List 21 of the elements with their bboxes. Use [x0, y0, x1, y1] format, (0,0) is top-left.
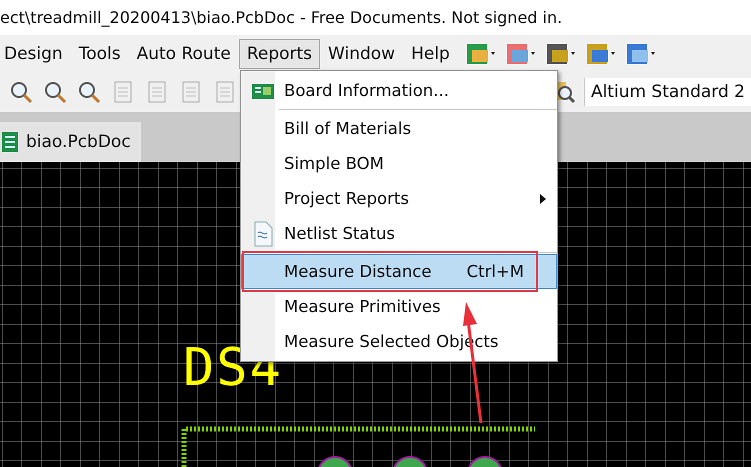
menu-item[interactable]: Project Reports: [241, 181, 557, 216]
menu-item[interactable]: Auto Route: [128, 38, 239, 68]
menu-item[interactable]: Bill of Materials: [241, 111, 557, 146]
document-tab[interactable]: biao.PcbDoc: [0, 122, 141, 162]
menu-item[interactable]: Design: [0, 38, 71, 68]
zoom-icon[interactable]: [8, 79, 34, 105]
menu-item[interactable]: Netlist Status: [241, 216, 557, 251]
menu-item[interactable]: Reports: [238, 38, 320, 68]
layer-combo[interactable]: Altium Standard 2: [584, 78, 751, 106]
menu-item[interactable]: Window: [320, 38, 404, 68]
zoom-icon[interactable]: [42, 79, 68, 105]
menu-item[interactable]: Simple BOM: [241, 146, 557, 181]
menu-item[interactable]: Tools: [70, 38, 129, 68]
zoom-icon[interactable]: [76, 79, 102, 105]
pcb-icon: [2, 132, 18, 152]
menu-item[interactable]: Help: [403, 38, 458, 68]
menu-item[interactable]: Measure Primitives: [241, 289, 557, 324]
menu-item[interactable]: Board Information...: [241, 73, 557, 108]
menu-item[interactable]: Measure Distance Ctrl+M: [241, 254, 557, 289]
submenu-arrow-icon: [540, 194, 546, 204]
window-title: ect\treadmill_20200413\biao.PcbDoc - Free Documents. Not signed in.: [0, 8, 562, 27]
